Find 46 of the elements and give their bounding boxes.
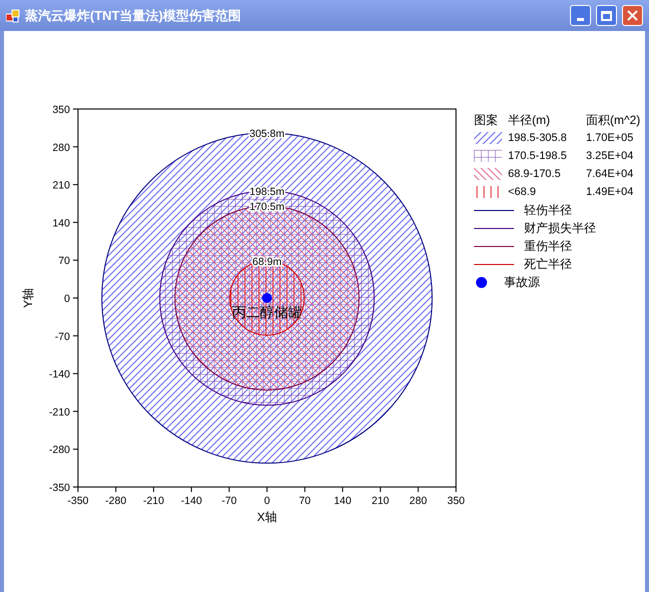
y-tick-label: 280 (52, 142, 70, 154)
legend-header: 面积(m^2) (586, 112, 640, 129)
x-tick-label: -280 (105, 495, 126, 507)
y-tick-label: 0 (64, 293, 70, 305)
y-tick-label: -350 (48, 482, 70, 494)
y-tick-label: -210 (48, 406, 70, 418)
x-tick-label: 350 (447, 495, 465, 507)
legend-label: 事故源 (504, 274, 540, 291)
legend-header: 半径(m) (508, 112, 551, 129)
legend-label: 轻伤半径 (524, 202, 572, 219)
legend-area: 1.49E+04 (586, 184, 634, 200)
close-button[interactable] (622, 5, 643, 26)
legend-area: 1.70E+05 (586, 130, 634, 146)
legend-label: 重伤半径 (524, 238, 572, 255)
legend-header: 图案 (474, 112, 499, 129)
x-axis-label: X轴 (257, 510, 277, 524)
legend-range: 170.5-198.5 (508, 148, 568, 164)
x-tick-label: 140 (334, 495, 352, 507)
x-tick-label: -210 (143, 495, 164, 507)
x-tick-label: 0 (264, 495, 270, 507)
window-title: 蒸汽云爆炸(TNT当量法)模型伤害范围 (25, 6, 241, 25)
minimize-button[interactable] (570, 5, 591, 26)
y-axis-label: Y轴 (21, 288, 35, 308)
legend-range: <68.9 (508, 184, 537, 200)
x-tick-label: -70 (222, 495, 237, 507)
y-tick-label: 70 (58, 255, 70, 268)
app-icon (6, 8, 20, 22)
x-tick-label: -350 (68, 495, 88, 507)
legend-label: 死亡半径 (524, 256, 572, 273)
maximize-button[interactable] (596, 5, 617, 26)
y-tick-label: -280 (48, 444, 70, 456)
x-tick-label: 210 (372, 495, 390, 507)
legend-area: 7.64E+04 (586, 166, 634, 182)
y-tick-label: -70 (54, 330, 70, 343)
legend-range: 198.5-305.8 (508, 130, 568, 146)
x-tick-label: 70 (298, 495, 311, 507)
x-tick-label: 280 (409, 495, 427, 507)
y-tick-label: 210 (52, 180, 70, 192)
y-tick-label: 350 (52, 104, 70, 116)
y-tick-label: 140 (52, 217, 70, 230)
legend-label: 财产损失半径 (524, 220, 596, 237)
legend-range: 68.9-170.5 (508, 166, 562, 182)
close-icon (627, 10, 638, 21)
y-tick-label: -140 (48, 368, 70, 381)
x-tick-label: -140 (180, 495, 202, 507)
legend-area: 3.25E+04 (586, 148, 634, 164)
